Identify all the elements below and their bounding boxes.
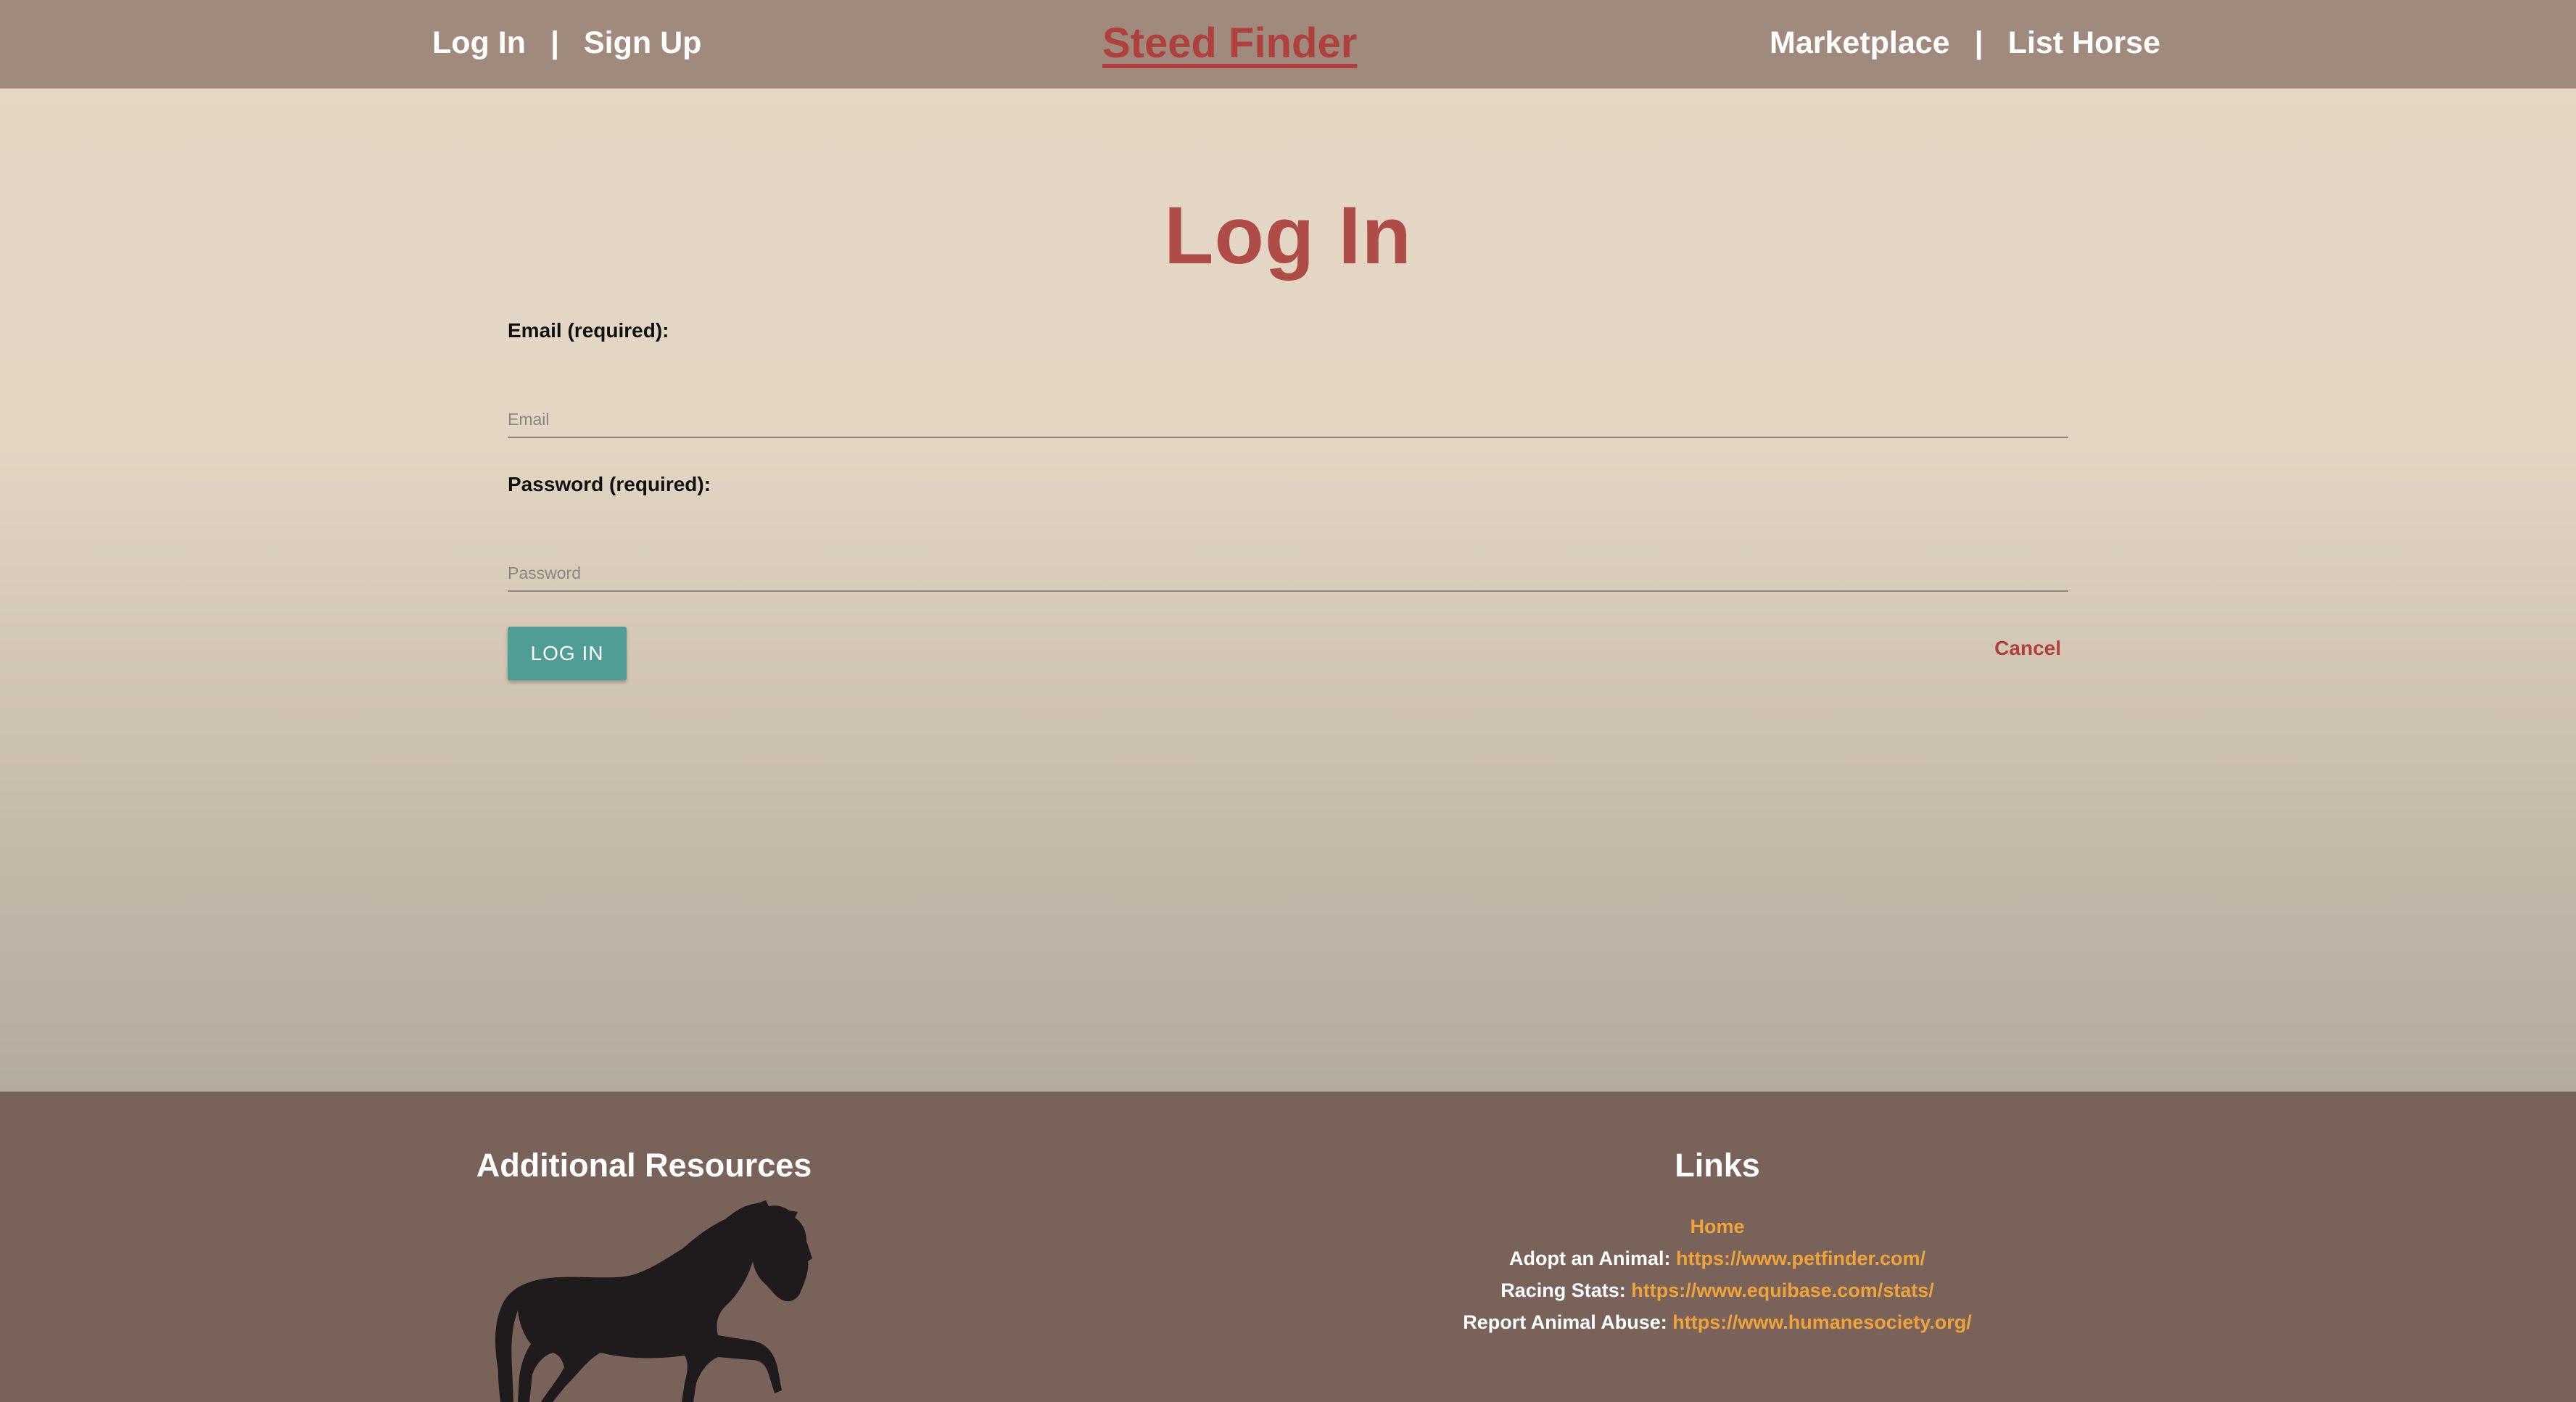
additional-resources-heading: Additional Resources [476,1147,812,1184]
login-button[interactable]: LOG IN [508,627,627,680]
link-row-abuse: Report Animal Abuse: https://www.humanes… [1288,1306,2147,1338]
footer: Additional Resources Links Home Adopt an… [0,1092,2576,1402]
nav-signup-link[interactable]: Sign Up [584,25,701,61]
nav-marketplace-link[interactable]: Marketplace [1770,25,1950,61]
links-heading: Links [1675,1147,1760,1184]
petfinder-link[interactable]: https://www.petfinder.com/ [1676,1248,1925,1269]
top-navbar: Log In | Sign Up Steed Finder Marketplac… [0,0,2576,88]
humanesociety-link[interactable]: https://www.humanesociety.org/ [1672,1311,1972,1333]
link-row-adopt: Adopt an Animal: https://www.petfinder.c… [1288,1242,2147,1274]
password-label: Password (required): [508,473,711,495]
home-link[interactable]: Home [1690,1216,1744,1237]
nav-login-link[interactable]: Log In [432,25,526,61]
adopt-label: Adopt an Animal: [1508,1248,1676,1269]
nav-list-horse-link[interactable]: List Horse [2008,25,2160,61]
email-field[interactable] [508,387,2068,438]
page-title: Log In [1164,190,1412,281]
cancel-link[interactable]: Cancel [1994,637,2061,660]
brand-logo-link[interactable]: Steed Finder [1102,0,1358,86]
nav-separator: | [1974,25,1983,60]
link-row-home: Home [1288,1211,2147,1242]
link-row-racing: Racing Stats: https://www.equibase.com/s… [1288,1274,2147,1306]
horse-silhouette-icon [495,1200,812,1402]
report-abuse-label: Report Animal Abuse: [1463,1311,1673,1333]
main-nav: Marketplace | List Horse [1770,0,2160,86]
nav-separator: | [550,25,559,60]
equibase-link[interactable]: https://www.equibase.com/stats/ [1631,1279,1934,1301]
password-field[interactable] [508,541,2068,592]
auth-nav: Log In | Sign Up [432,0,701,86]
email-label: Email (required): [508,319,669,342]
racing-stats-label: Racing Stats: [1500,1279,1632,1301]
links-list: Home Adopt an Animal: https://www.petfin… [1288,1211,2147,1338]
